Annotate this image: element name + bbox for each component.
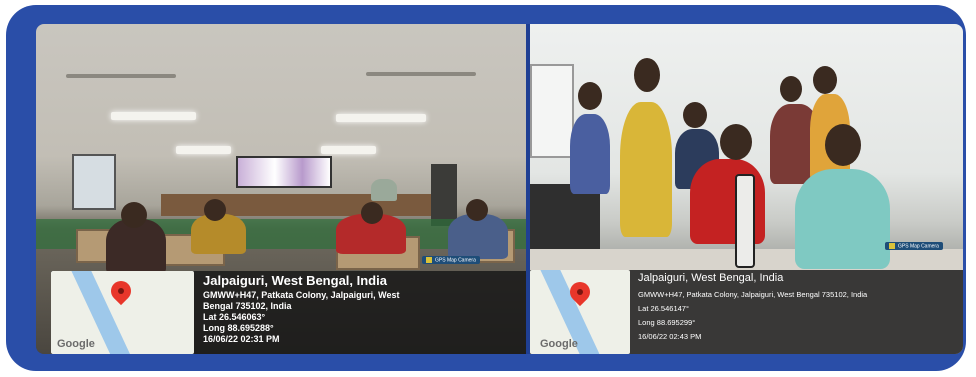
student-head: [634, 58, 660, 92]
timestamp: 16/06/22 02:31 PM: [203, 334, 280, 344]
student-head: [825, 124, 861, 166]
presenter: [371, 179, 397, 201]
student: [795, 169, 890, 269]
address-line: GMWW+H47, Patkata Colony, Jalpaiguri, We…: [638, 290, 868, 299]
latitude: Lat 26.546147°: [638, 304, 689, 313]
student: [620, 102, 672, 237]
student-head: [578, 82, 602, 110]
window: [72, 154, 116, 210]
student-head: [121, 202, 147, 228]
student-head: [720, 124, 752, 160]
map-brand: Google: [540, 338, 578, 350]
map-pin-icon: [106, 276, 136, 306]
gps-camera-icon: [426, 257, 432, 263]
ceiling-light: [321, 146, 376, 154]
timestamp: 16/06/22 02:43 PM: [638, 332, 702, 341]
gps-camera-icon: [889, 243, 895, 249]
student: [570, 114, 610, 194]
student-head: [780, 76, 802, 102]
classroom-photo: GPS Map Camera Google Jalpaiguri, West B…: [36, 24, 526, 354]
camera-label: GPS Map Camera: [898, 243, 939, 250]
whiteboard: [530, 64, 574, 158]
address-line: GMWW+H47, Patkata Colony, Jalpaiguri, We…: [203, 290, 400, 300]
student-head: [813, 66, 837, 94]
student-head: [361, 202, 383, 224]
camera-label: GPS Map Camera: [435, 257, 476, 264]
address-line: Bengal 735102, India: [203, 301, 292, 311]
location-title: Jalpaiguri, West Bengal, India: [203, 273, 387, 288]
ceiling-fan: [66, 74, 176, 78]
location-map: Google: [51, 271, 194, 354]
student-head: [204, 199, 226, 221]
ceiling-fan: [366, 72, 476, 76]
lab-photo: GPS Map Camera Google Jalpaiguri, West B…: [530, 24, 963, 354]
location-title: Jalpaiguri, West Bengal, India: [638, 272, 784, 284]
projector-screen: [236, 156, 332, 188]
latitude: Lat 26.546063°: [203, 312, 266, 322]
map-brand: Google: [57, 338, 95, 350]
ceiling-light: [336, 114, 426, 122]
longitude: Long 88.695299°: [638, 318, 696, 327]
door: [431, 164, 457, 226]
ceiling-light: [111, 112, 196, 120]
photo-collage: GPS Map Camera Google Jalpaiguri, West B…: [36, 24, 963, 354]
student-head: [683, 102, 707, 128]
microscope: [735, 174, 755, 268]
gps-camera-badge: GPS Map Camera: [885, 242, 943, 251]
location-map: Google: [530, 270, 630, 354]
ceiling-light: [176, 146, 231, 154]
gps-camera-badge: GPS Map Camera: [422, 256, 480, 265]
student-head: [466, 199, 488, 221]
longitude: Long 88.695288°: [203, 323, 274, 333]
